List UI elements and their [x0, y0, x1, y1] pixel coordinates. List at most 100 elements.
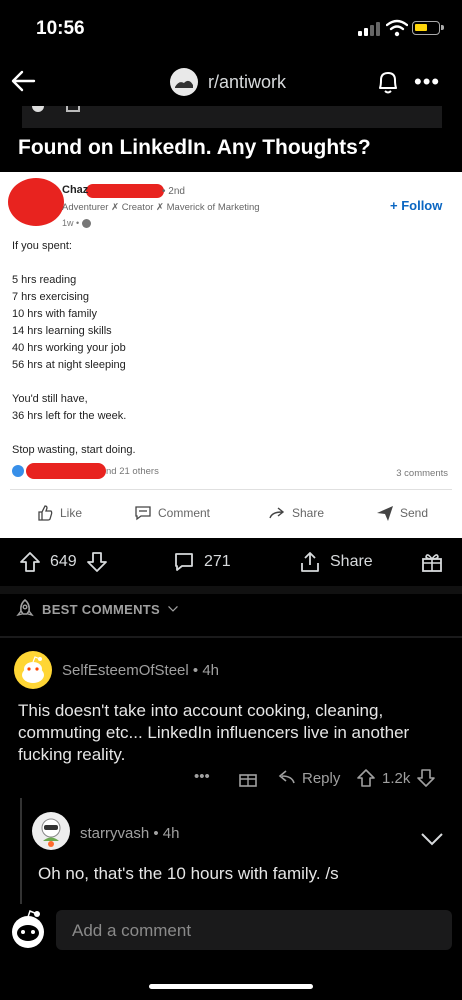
post-image[interactable]: Chaz • 2nd Adventurer ✗ Creator ✗ Maveri… — [0, 172, 462, 538]
divider — [0, 636, 462, 638]
body-line: 36 hrs left for the week. — [12, 410, 127, 422]
subreddit-name[interactable]: r/antiwork — [208, 72, 286, 93]
send-label: Send — [400, 506, 429, 520]
send-plane-icon — [377, 506, 393, 521]
reply-body: Oh no, that's the 10 hours with family. … — [38, 864, 339, 883]
like-reaction-icon — [12, 465, 24, 477]
username[interactable]: starryvash — [80, 825, 149, 842]
body-line: Stop wasting, start doing. — [12, 444, 136, 456]
send-button: Send — [376, 504, 428, 522]
comment-more-icon[interactable]: ••• — [194, 768, 210, 785]
share-label: Share — [292, 506, 325, 520]
comment-age: • 4h — [153, 825, 180, 842]
comment-score: 1.2k — [382, 769, 411, 787]
back-arrow-icon[interactable] — [8, 65, 40, 97]
comment-label: Comment — [158, 506, 211, 520]
post-title: Found on LinkedIn. Any Thoughts? — [18, 136, 371, 159]
status-bar: 10:56 — [0, 0, 462, 60]
share-arrow-icon — [269, 507, 285, 519]
reply-button[interactable]: Reply — [276, 768, 340, 788]
comment-age: • 4h — [192, 662, 220, 679]
vote-count: 649 — [50, 553, 77, 570]
linkedin-post-body: If you spent: 5 hrs reading 7 hrs exercisi… — [12, 238, 136, 459]
home-indicator — [149, 984, 313, 989]
reply-avatar[interactable] — [32, 812, 70, 850]
bell-icon[interactable] — [374, 67, 402, 97]
reply-author[interactable]: starryvash • 4h — [80, 825, 179, 842]
connection-degree: • 2nd — [162, 186, 185, 197]
downvote-icon[interactable] — [85, 550, 109, 574]
thread-line[interactable] — [20, 798, 22, 904]
reply-arrow-icon — [278, 770, 295, 784]
author-name: Chaz — [62, 184, 89, 196]
award-comment-button[interactable] — [238, 768, 258, 788]
divider — [0, 586, 462, 594]
reply-label: Reply — [302, 769, 341, 787]
upvote-icon[interactable] — [356, 768, 376, 788]
comment-vote-control: 1.2k — [356, 768, 436, 788]
comment-actions: ••• Reply 1.2k — [0, 768, 462, 794]
rocket-icon — [16, 598, 34, 617]
clock: 10:56 — [36, 18, 85, 39]
comment-composer: Add a comment — [0, 904, 462, 1000]
redacted-avatar — [8, 178, 64, 226]
divider — [10, 489, 452, 490]
comment-count: 271 — [204, 553, 231, 570]
comment-button: Comment — [134, 504, 210, 522]
thumbs-up-icon — [38, 505, 53, 521]
award-icon — [32, 106, 44, 112]
more-dots: ••• — [194, 768, 210, 785]
body-line: 7 hrs exercising — [12, 291, 90, 303]
comments-button[interactable]: 271 — [172, 550, 231, 574]
body-gap — [12, 374, 136, 391]
username[interactable]: SelfEsteemOfSteel — [62, 662, 189, 679]
collapse-chevron-icon[interactable] — [418, 828, 446, 852]
gift-icon — [239, 774, 257, 787]
post-age: 1w • — [62, 218, 91, 229]
body-line: 56 hrs at night sleeping — [12, 359, 126, 371]
gift-icon — [422, 554, 442, 572]
comment-bubble-icon — [135, 506, 151, 521]
reactions-count: nd 21 others — [106, 466, 159, 477]
upvote-icon[interactable] — [18, 550, 42, 574]
body-line: 10 hrs with family — [12, 308, 97, 320]
share-label: Share — [330, 553, 373, 570]
body-line: 5 hrs reading — [12, 274, 77, 286]
award-icon — [66, 106, 80, 112]
body-gap — [12, 425, 136, 442]
body-line: 40 hrs working your job — [12, 342, 126, 354]
globe-icon — [81, 219, 91, 229]
linkedin-comments-count: 3 comments — [396, 468, 448, 479]
subreddit-avatar[interactable] — [170, 68, 198, 96]
wifi-icon — [386, 19, 408, 37]
user-avatar-icon[interactable] — [6, 906, 50, 950]
award-button[interactable] — [420, 550, 444, 574]
comment-author[interactable]: SelfEsteemOfSteel • 4h — [62, 662, 219, 679]
sort-label: BEST COMMENTS — [42, 601, 161, 617]
like-button: Like — [36, 504, 82, 522]
comment-body: This doesn't take into account cooking, … — [18, 701, 410, 764]
body-gap — [12, 255, 136, 272]
like-label: Like — [60, 506, 83, 520]
award-strip — [22, 106, 442, 128]
chevron-down-icon — [168, 606, 178, 612]
more-options-icon[interactable]: ••• — [414, 69, 440, 95]
share-button[interactable]: Share — [298, 550, 373, 574]
battery-icon — [412, 21, 444, 35]
follow-button[interactable]: + Follow — [390, 198, 442, 213]
share-icon — [301, 552, 319, 572]
post-action-bar: 649 271 Share — [0, 538, 462, 586]
redaction — [26, 463, 106, 479]
add-comment-input[interactable]: Add a comment — [56, 910, 452, 950]
commenter-avatar[interactable] — [14, 651, 52, 689]
sort-comments-button[interactable]: BEST COMMENTS — [14, 598, 180, 620]
post-age-text: 1w • — [62, 218, 80, 228]
top-nav: r/antiwork ••• — [0, 60, 462, 106]
author-headline: Adventurer ✗ Creator ✗ Maverick of Marke… — [62, 202, 260, 213]
body-line: If you spent: — [12, 240, 72, 252]
signal-icon — [358, 22, 380, 36]
downvote-icon[interactable] — [416, 768, 436, 788]
vote-control: 649 — [18, 550, 109, 574]
comment-icon — [175, 553, 193, 571]
body-line: You'd still have, — [12, 393, 88, 405]
